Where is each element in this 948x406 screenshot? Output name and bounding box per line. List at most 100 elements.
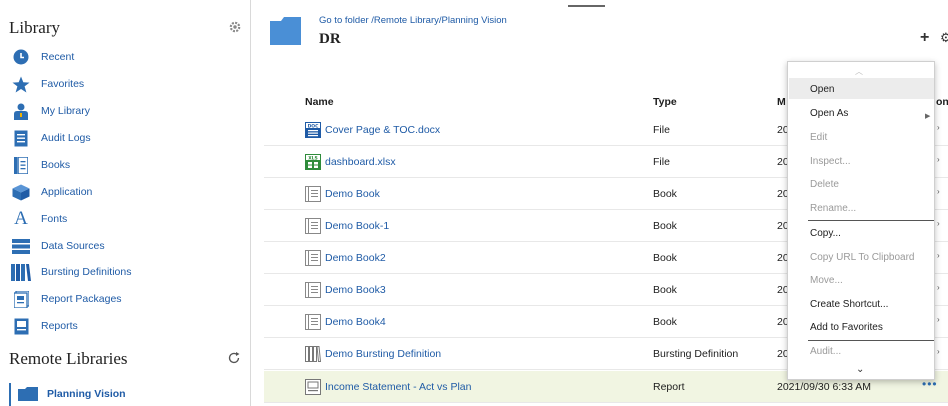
menu-item-move: Move... xyxy=(810,275,843,286)
docx-icon: DOC xyxy=(305,122,321,138)
context-menu: ︿ Open Open As ▶ Edit Inspect... Delete … xyxy=(787,61,935,380)
chevron-icon: › xyxy=(937,251,940,260)
column-header-type[interactable]: Type xyxy=(653,96,677,108)
library-sidebar: Library Recent Favorites My Library Audi… xyxy=(0,0,251,406)
chevron-icon: › xyxy=(937,219,940,228)
books-icon xyxy=(11,156,31,174)
sidebar-item-favorites[interactable]: Favorites xyxy=(11,74,84,94)
refresh-icon[interactable] xyxy=(227,351,241,365)
column-header-modified[interactable]: M xyxy=(777,96,786,108)
sidebar-item-label: Application xyxy=(41,186,93,198)
menu-item-create-shortcut[interactable]: Create Shortcut... xyxy=(810,299,888,310)
row-name[interactable]: Cover Page & TOC.docx xyxy=(325,124,440,136)
folder-icon xyxy=(18,387,38,401)
submenu-arrow-icon: ▶ xyxy=(925,113,931,120)
sidebar-item-label: Report Packages xyxy=(41,293,122,305)
sidebar-item-my-library[interactable]: My Library xyxy=(11,101,90,121)
sidebar-title: Library xyxy=(9,18,60,37)
menu-item-open-as[interactable]: Open As xyxy=(810,108,848,119)
row-type: Book xyxy=(653,220,677,232)
sidebar-item-application[interactable]: Application xyxy=(11,182,92,202)
row-type: Report xyxy=(653,381,685,393)
row-type: Book xyxy=(653,316,677,328)
menu-separator xyxy=(808,340,934,341)
audit-logs-icon xyxy=(11,129,31,147)
recent-icon xyxy=(11,48,31,66)
row-name[interactable]: Demo Book2 xyxy=(325,252,386,264)
chevron-icon: › xyxy=(937,123,940,132)
book-icon xyxy=(305,282,321,298)
sidebar-item-label: Books xyxy=(41,159,71,171)
svg-text:DOC: DOC xyxy=(308,123,320,129)
menu-item-copy-url: Copy URL To Clipboard xyxy=(810,252,915,263)
sidebar-item-label: Planning Vision xyxy=(47,388,126,400)
row-name[interactable]: Demo Book4 xyxy=(325,316,386,328)
row-name[interactable]: dashboard.xlsx xyxy=(325,156,396,168)
sidebar-item-label: Fonts xyxy=(41,213,68,225)
sidebar-item-audit-logs[interactable]: Audit Logs xyxy=(11,128,91,148)
row-name[interactable]: Demo Bursting Definition xyxy=(325,348,441,360)
menu-item-delete: Delete xyxy=(810,179,839,190)
sidebar-item-label: Favorites xyxy=(41,78,85,90)
row-modified: 2021/09/30 6:33 AM xyxy=(777,381,871,393)
menu-item-open[interactable]: Open xyxy=(810,84,834,95)
star-icon xyxy=(11,75,31,93)
book-icon xyxy=(305,314,321,330)
remote-libraries-title: Remote Libraries xyxy=(9,349,128,368)
sidebar-item-label: Recent xyxy=(41,51,75,63)
page-title: DR xyxy=(319,31,341,47)
sidebar-item-label: Bursting Definitions xyxy=(41,266,132,278)
book-icon xyxy=(305,250,321,266)
go-to-folder-link[interactable]: Go to folder /Remote Library/Planning Vi… xyxy=(319,15,507,26)
database-icon xyxy=(11,237,31,255)
sidebar-item-recent[interactable]: Recent xyxy=(11,47,74,67)
row-type: Book xyxy=(653,188,677,200)
menu-item-copy[interactable]: Copy... xyxy=(810,228,841,239)
sidebar-item-label: Audit Logs xyxy=(41,132,91,144)
plus-icon[interactable]: + xyxy=(920,29,929,47)
row-name[interactable]: Demo Book xyxy=(325,188,380,200)
column-header-actions[interactable]: ons xyxy=(936,96,948,108)
sidebar-item-bursting-definitions[interactable]: Bursting Definitions xyxy=(11,262,131,282)
menu-item-inspect: Inspect... xyxy=(810,156,851,167)
row-type: Book xyxy=(653,252,677,264)
sidebar-item-fonts[interactable]: A Fonts xyxy=(11,209,67,229)
menu-item-rename: Rename... xyxy=(810,203,857,214)
sidebar-item-data-sources[interactable]: Data Sources xyxy=(11,236,105,256)
user-icon xyxy=(11,102,31,120)
font-icon: A xyxy=(14,208,28,229)
book-icon xyxy=(305,218,321,234)
sidebar-item-report-packages[interactable]: Report Packages xyxy=(11,289,122,309)
sidebar-item-label: Data Sources xyxy=(41,240,105,252)
row-type: Book xyxy=(653,284,677,296)
chevron-down-icon[interactable]: ⌄ xyxy=(856,364,864,375)
sidebar-item-books[interactable]: Books xyxy=(11,155,70,175)
chevron-icon: › xyxy=(937,283,940,292)
row-type: File xyxy=(653,156,670,168)
row-name[interactable]: Income Statement - Act vs Plan xyxy=(325,381,471,393)
column-header-name[interactable]: Name xyxy=(305,96,334,108)
scroll-up-icon[interactable]: ︿ xyxy=(855,66,863,77)
report-icon xyxy=(11,317,31,335)
row-name[interactable]: Demo Book3 xyxy=(325,284,386,296)
bursting-icon xyxy=(305,346,322,362)
bursting-icon xyxy=(11,263,31,281)
report-package-icon xyxy=(11,290,31,308)
book-icon xyxy=(305,186,321,202)
sidebar-item-planning-vision[interactable]: Planning Vision xyxy=(18,387,126,401)
sidebar-item-reports[interactable]: Reports xyxy=(11,316,78,336)
report-icon xyxy=(305,379,321,395)
resize-handle[interactable] xyxy=(568,5,605,7)
row-type: File xyxy=(653,124,670,136)
active-indicator xyxy=(9,383,11,406)
menu-item-add-to-favorites[interactable]: Add to Favorites xyxy=(810,322,883,333)
xlsx-icon: XLS xyxy=(305,154,321,170)
menu-item-audit: Audit... xyxy=(810,346,842,357)
sidebar-item-label: My Library xyxy=(41,105,91,117)
chevron-icon: › xyxy=(937,315,940,324)
application-cube-icon xyxy=(11,183,31,201)
menu-separator xyxy=(808,220,934,221)
row-name[interactable]: Demo Book-1 xyxy=(325,220,389,232)
gear-icon[interactable] xyxy=(228,20,242,34)
gear-icon[interactable]: ⚙ xyxy=(940,30,948,46)
